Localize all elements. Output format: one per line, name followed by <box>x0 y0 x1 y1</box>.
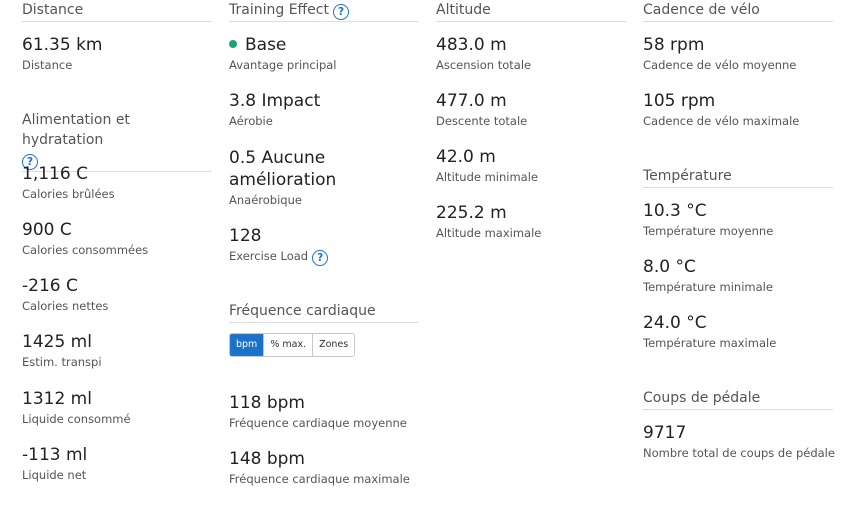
primary-benefit-text: Base <box>245 35 287 55</box>
distance-label: Distance <box>22 58 73 72</box>
distance-section: Distance <box>22 0 212 22</box>
aerobic-value: 3.8 Impact <box>229 91 321 111</box>
nutrition-stat: -216 C Calories nettes <box>22 275 212 314</box>
cadence-max-label: Cadence de vélo maximale <box>643 114 800 128</box>
calories-net-value: -216 C <box>22 276 78 296</box>
tab-zones[interactable]: Zones <box>313 334 355 356</box>
altitude-min-value: 42.0 m <box>436 147 496 167</box>
pedal-strokes-section: Coups de pédale <box>643 388 833 410</box>
calories-burned-label: Calories brûlées <box>22 187 115 201</box>
temperature-stat: 24.0 °C Température maximale <box>643 312 833 351</box>
heart-rate-section: Fréquence cardiaque <box>229 301 418 323</box>
distance-stat: 61.35 km Distance <box>22 34 212 73</box>
cadence-max-value: 105 rpm <box>643 91 716 111</box>
ascent-value: 483.0 m <box>436 35 507 55</box>
temperature-max-label: Température maximale <box>643 336 777 350</box>
aerobic-label: Aérobie <box>229 114 273 128</box>
fluid-net-value: -113 ml <box>22 445 88 465</box>
altitude-max-label: Altitude maximale <box>436 226 542 240</box>
pedal-strokes-title: Coups de pédale <box>643 388 833 410</box>
status-dot-icon <box>229 40 237 48</box>
primary-benefit-value: Base <box>229 34 418 56</box>
heart-rate-stat: 148 bpm Fréquence cardiaque maximale <box>229 448 418 487</box>
calories-net-label: Calories nettes <box>22 299 109 313</box>
pedal-strokes-value: 9717 <box>643 423 687 443</box>
nutrition-stat: 1312 ml Liquide consommé <box>22 388 212 427</box>
temperature-title: Température <box>643 166 833 188</box>
fluid-consumed-value: 1312 ml <box>22 389 92 409</box>
nutrition-title-text: Alimentation et hydratation <box>22 112 130 148</box>
sweat-estimate-label: Estim. transpi <box>22 355 102 369</box>
heart-rate-title: Fréquence cardiaque <box>229 301 418 323</box>
cadence-stat: 58 rpm Cadence de vélo moyenne <box>643 34 833 73</box>
altitude-min-label: Altitude minimale <box>436 170 538 184</box>
nutrition-stat: 900 C Calories consommées <box>22 219 212 258</box>
temperature-max-value: 24.0 °C <box>643 313 707 333</box>
temperature-stat: 10.3 °C Température moyenne <box>643 200 833 239</box>
descent-label: Descente totale <box>436 114 528 128</box>
cadence-avg-label: Cadence de vélo moyenne <box>643 58 797 72</box>
heart-rate-avg-value: 118 bpm <box>229 393 305 413</box>
anaerobic-value: 0.5 Aucune amélioration <box>229 148 337 190</box>
training-effect-title: Training Effect? <box>229 0 418 22</box>
altitude-stat: 477.0 m Descente totale <box>436 90 626 129</box>
nutrition-stat: 1425 ml Estim. transpi <box>22 331 212 370</box>
altitude-stat: 483.0 m Ascension totale <box>436 34 626 73</box>
exercise-load-label-text: Exercise Load <box>229 249 309 263</box>
primary-benefit-label: Avantage principal <box>229 58 337 72</box>
aerobic-stat: 3.8 Impact Aérobie <box>229 90 418 129</box>
temperature-section: Température <box>643 166 833 188</box>
cadence-avg-value: 58 rpm <box>643 35 705 55</box>
cadence-title: Cadence de vélo <box>643 0 833 22</box>
training-effect-title-text: Training Effect <box>229 2 329 18</box>
fluid-consumed-label: Liquide consommé <box>22 412 131 426</box>
distance-title: Distance <box>22 0 212 22</box>
heart-rate-max-value: 148 bpm <box>229 449 305 469</box>
altitude-max-value: 225.2 m <box>436 203 507 223</box>
training-effect-section: Training Effect? <box>229 0 418 22</box>
temperature-avg-label: Température moyenne <box>643 224 774 238</box>
cadence-section: Cadence de vélo <box>643 0 833 22</box>
descent-value: 477.0 m <box>436 91 507 111</box>
exercise-load-label: Exercise Load? <box>229 249 418 266</box>
primary-benefit-stat: Base Avantage principal <box>229 34 418 73</box>
exercise-load-stat: 128 Exercise Load? <box>229 225 418 266</box>
temperature-min-label: Température minimale <box>643 280 773 294</box>
nutrition-stat: -113 ml Liquide net <box>22 444 212 483</box>
altitude-stat: 225.2 m Altitude maximale <box>436 202 626 241</box>
distance-value: 61.35 km <box>22 35 103 55</box>
altitude-title: Altitude <box>436 0 626 22</box>
calories-consumed-value: 900 C <box>22 220 72 240</box>
temperature-min-value: 8.0 °C <box>643 257 696 277</box>
ascent-label: Ascension totale <box>436 58 532 72</box>
heart-rate-unit-toggle: bpm % max. Zones <box>229 333 356 357</box>
sweat-estimate-value: 1425 ml <box>22 332 92 352</box>
help-icon[interactable]: ? <box>312 250 329 266</box>
pedal-strokes-stat: 9717 Nombre total de coups de pédale <box>643 422 835 461</box>
heart-rate-max-label: Fréquence cardiaque maximale <box>229 472 410 486</box>
altitude-section: Altitude <box>436 0 626 22</box>
anaerobic-stat: 0.5 Aucune amélioration Anaérobique <box>229 147 418 208</box>
temperature-stat: 8.0 °C Température minimale <box>643 256 833 295</box>
calories-burned-value: 1,116 C <box>22 164 88 184</box>
calories-consumed-label: Calories consommées <box>22 243 149 257</box>
temperature-avg-value: 10.3 °C <box>643 201 707 221</box>
anaerobic-label: Anaérobique <box>229 193 302 207</box>
nutrition-stat: 1,116 C Calories brûlées <box>22 163 212 202</box>
tab-bpm[interactable]: bpm <box>230 334 265 356</box>
altitude-stat: 42.0 m Altitude minimale <box>436 146 626 185</box>
tab-percent-max[interactable]: % max. <box>264 334 314 356</box>
pedal-strokes-label: Nombre total de coups de pédale <box>643 446 835 460</box>
exercise-load-value: 128 <box>229 226 262 246</box>
heart-rate-stat: 118 bpm Fréquence cardiaque moyenne <box>229 392 418 431</box>
heart-rate-avg-label: Fréquence cardiaque moyenne <box>229 416 407 430</box>
fluid-net-label: Liquide net <box>22 468 87 482</box>
cadence-stat: 105 rpm Cadence de vélo maximale <box>643 90 833 129</box>
help-icon[interactable]: ? <box>332 4 349 20</box>
